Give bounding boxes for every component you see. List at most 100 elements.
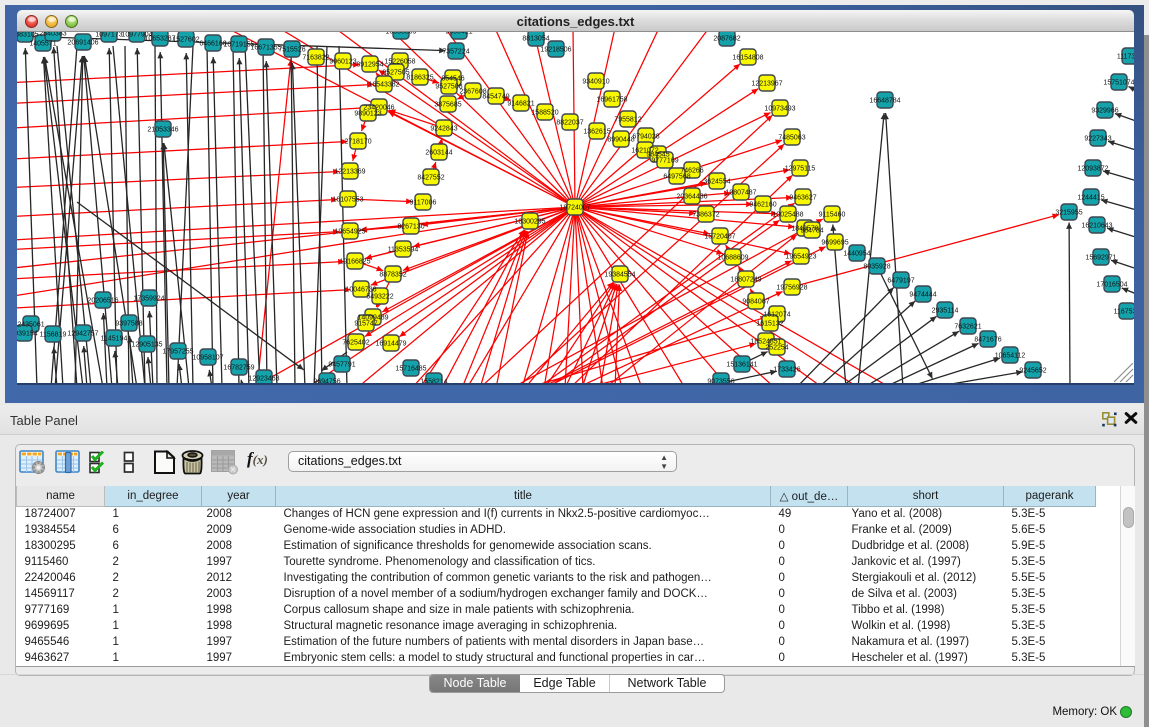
svg-text:5493222: 5493222 — [366, 294, 393, 301]
svg-text:17957255: 17957255 — [162, 349, 193, 356]
svg-text:7485063: 7485063 — [778, 135, 805, 142]
svg-text:1244415: 1244415 — [1077, 195, 1104, 202]
svg-text:915747: 915747 — [354, 321, 377, 328]
svg-text:1440954: 1440954 — [843, 251, 870, 258]
svg-text:10973493: 10973493 — [764, 106, 795, 113]
svg-text:19218506: 19218506 — [540, 47, 571, 54]
svg-text:15751074: 15751074 — [1103, 80, 1134, 87]
svg-text:2087682: 2087682 — [713, 36, 740, 43]
svg-text:7625402: 7625402 — [342, 340, 369, 347]
svg-text:9329966: 9329966 — [1091, 108, 1118, 115]
svg-text:8454749: 8454749 — [482, 94, 509, 101]
svg-text:7357224: 7357224 — [442, 49, 469, 56]
svg-text:6497568: 6497568 — [663, 174, 690, 181]
svg-text:10046736: 10046736 — [345, 287, 376, 294]
svg-text:984784: 984784 — [800, 228, 823, 235]
svg-text:18300295: 18300295 — [514, 219, 545, 226]
svg-text:9340910: 9340910 — [582, 79, 609, 86]
svg-text:1588520: 1588520 — [531, 110, 558, 117]
svg-text:9462160: 9462160 — [749, 202, 776, 209]
svg-text:16914479: 16914479 — [375, 341, 406, 348]
svg-text:1527602: 1527602 — [172, 37, 199, 44]
svg-text:9777169: 9777169 — [651, 158, 678, 165]
svg-text:10025488: 10025488 — [772, 212, 803, 219]
svg-text:20206516: 20206516 — [87, 298, 118, 305]
svg-text:19654923: 19654923 — [785, 254, 816, 261]
svg-text:15720407: 15720407 — [704, 234, 735, 241]
svg-text:8935928: 8935928 — [863, 264, 890, 271]
svg-text:1733426: 1733426 — [773, 367, 800, 374]
svg-text:12923468: 12923468 — [248, 376, 279, 383]
svg-text:16543382: 16543382 — [368, 82, 399, 89]
svg-text:3875685: 3875685 — [434, 102, 461, 109]
svg-text:8427552: 8427552 — [417, 175, 444, 182]
svg-text:9474444: 9474444 — [909, 292, 936, 299]
svg-text:19756928: 19756928 — [776, 285, 807, 292]
svg-text:9457791: 9457791 — [328, 362, 355, 369]
svg-text:9245652: 9245652 — [1019, 368, 1046, 375]
svg-text:11353594: 11353594 — [388, 247, 419, 254]
svg-text:1612074: 1612074 — [763, 312, 790, 319]
svg-text:7955812: 7955812 — [614, 117, 641, 124]
svg-text:1167533: 1167533 — [1114, 309, 1134, 316]
svg-text:12942757: 12942757 — [67, 331, 98, 338]
svg-text:18807249: 18807249 — [730, 277, 761, 284]
svg-text:10654112: 10654112 — [995, 353, 1026, 360]
svg-text:7515526: 7515526 — [278, 47, 305, 54]
svg-text:17016504: 17016504 — [1096, 282, 1127, 289]
svg-text:8990448: 8990448 — [607, 137, 634, 144]
svg-text:2603144: 2603144 — [425, 150, 452, 157]
svg-text:2935114: 2935114 — [932, 308, 959, 315]
svg-text:9242843: 9242843 — [430, 126, 457, 133]
svg-text:8471676: 8471676 — [974, 337, 1001, 344]
svg-text:8912954: 8912954 — [356, 62, 383, 69]
svg-text:9115460: 9115460 — [819, 212, 846, 219]
svg-text:10807487: 10807487 — [725, 190, 756, 197]
svg-text:19384554: 19384554 — [604, 272, 635, 279]
svg-text:7632621: 7632621 — [954, 324, 981, 331]
svg-text:1405571: 1405571 — [29, 41, 56, 48]
svg-text:2718170: 2718170 — [344, 139, 371, 146]
svg-text:10688609: 10688609 — [717, 255, 748, 262]
svg-text:3215955: 3215955 — [1055, 210, 1082, 217]
svg-text:16671355: 16671355 — [250, 45, 281, 52]
svg-text:12975115: 12975115 — [785, 166, 816, 173]
svg-text:12905135: 12905135 — [131, 342, 162, 349]
svg-text:16782759: 16782759 — [223, 365, 254, 372]
svg-text:1615132: 1615132 — [756, 321, 783, 328]
svg-text:12093872: 12093872 — [1077, 166, 1108, 173]
svg-text:15226058: 15226058 — [384, 59, 415, 66]
svg-text:8267130: 8267130 — [397, 224, 424, 231]
svg-text:15136141: 15136141 — [726, 362, 757, 369]
svg-text:1156819: 1156819 — [40, 332, 67, 339]
svg-text:9350421: 9350421 — [445, 32, 472, 36]
svg-text:1939154: 1939154 — [17, 331, 38, 338]
svg-text:9146821: 9146821 — [507, 101, 534, 108]
svg-text:20691406: 20691406 — [67, 40, 98, 47]
svg-text:16210643: 16210643 — [1081, 223, 1112, 230]
svg-text:21053346: 21053346 — [147, 127, 178, 134]
svg-text:16154808: 16154808 — [732, 55, 763, 62]
svg-text:7163822: 7163822 — [302, 55, 329, 62]
svg-text:1117398: 1117398 — [1117, 54, 1134, 61]
svg-text:9890123: 9890123 — [354, 111, 381, 118]
svg-text:9463627: 9463627 — [789, 195, 816, 202]
svg-text:12213967: 12213967 — [751, 81, 782, 88]
svg-text:18724007: 18724007 — [559, 205, 590, 212]
svg-text:9397588: 9397588 — [115, 321, 142, 328]
svg-text:2435061: 2435061 — [17, 322, 44, 329]
svg-text:9117006: 9117006 — [410, 200, 437, 207]
svg-text:15716485: 15716485 — [395, 366, 426, 373]
svg-text:10653287: 10653287 — [144, 36, 175, 43]
svg-text:16648784: 16648784 — [869, 98, 900, 105]
svg-text:8813054: 8813054 — [522, 36, 549, 43]
svg-text:19654925: 19654925 — [334, 229, 365, 236]
svg-text:19166825: 19166825 — [339, 259, 370, 266]
svg-text:3624554: 3624554 — [703, 179, 730, 186]
svg-text:10958107: 10958107 — [192, 355, 223, 362]
svg-text:252254: 252254 — [765, 345, 788, 352]
svg-text:2640383: 2640383 — [39, 32, 66, 38]
svg-text:16033809: 16033809 — [385, 32, 416, 36]
svg-text:9699695: 9699695 — [821, 240, 848, 247]
svg-text:6479197: 6479197 — [887, 278, 914, 285]
